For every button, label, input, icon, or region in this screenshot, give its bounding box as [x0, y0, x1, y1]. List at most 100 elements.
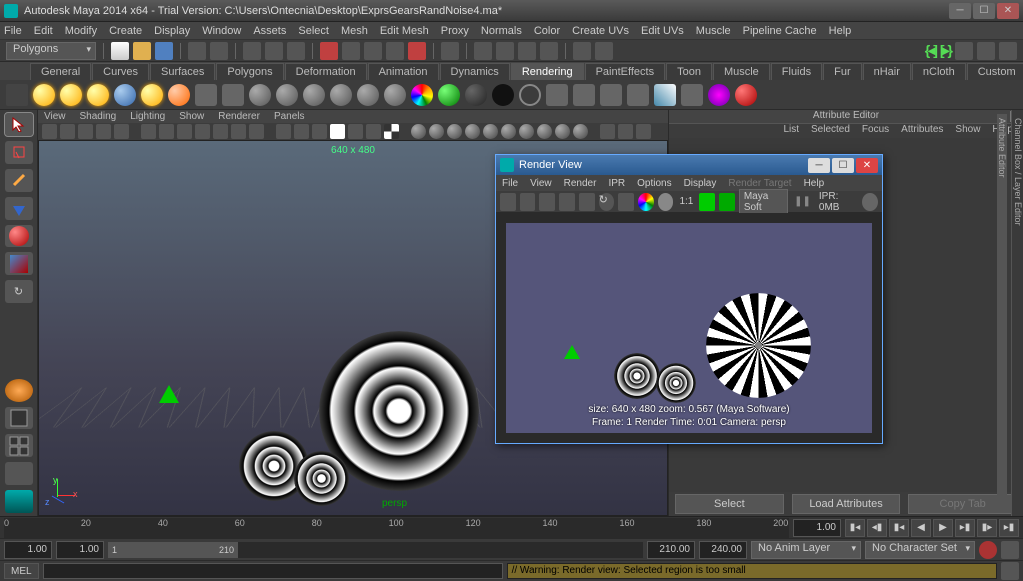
vp-multisample-icon[interactable] — [465, 124, 480, 139]
range-end-field[interactable] — [699, 541, 747, 559]
shader-lambert-icon[interactable] — [249, 84, 271, 106]
shelf-tab-painteffects[interactable]: PaintEffects — [585, 63, 666, 80]
shelf-tab-rendering[interactable]: Rendering — [511, 63, 584, 80]
hypershade-icon[interactable] — [540, 42, 558, 60]
go-to-end-button[interactable]: ▸▮ — [999, 519, 1019, 537]
shelf-tab-custom[interactable]: Custom — [967, 63, 1023, 80]
step-back-frame-button[interactable]: ▮◂ — [889, 519, 909, 537]
vp-image-plane-icon[interactable] — [78, 124, 93, 139]
vp-texture-icon[interactable] — [348, 124, 363, 139]
open-scene-icon[interactable] — [133, 42, 151, 60]
shader-phong-icon[interactable] — [303, 84, 325, 106]
rv-menu-options[interactable]: Options — [637, 178, 671, 189]
light-spot-icon[interactable] — [141, 84, 163, 106]
viewport-menu-show[interactable]: Show — [179, 111, 204, 122]
new-scene-icon[interactable] — [111, 42, 129, 60]
vp-bookmark-icon[interactable] — [60, 124, 75, 139]
viewport-menu-shading[interactable]: Shading — [80, 111, 117, 122]
time-slider[interactable]: 020406080100120140160180200 ▮◂ ◂▮ ▮◂ ◀ ▶… — [0, 516, 1023, 538]
menu-muscle[interactable]: Muscle — [696, 25, 731, 37]
light-point-icon[interactable] — [87, 84, 109, 106]
snap-grid-icon[interactable] — [320, 42, 338, 60]
vp-2d-pan-icon[interactable] — [96, 124, 111, 139]
rv-snapshot-icon[interactable] — [539, 193, 555, 211]
shader-use-bg-icon[interactable] — [465, 84, 487, 106]
window-minimize-button[interactable]: ─ — [949, 3, 971, 19]
vp-film-gate-icon[interactable] — [159, 124, 174, 139]
outliner-layout-icon[interactable] — [5, 490, 33, 513]
light-sun-icon[interactable] — [33, 84, 55, 106]
vp-use-lights-icon[interactable] — [312, 124, 327, 139]
shelf-tab-fur[interactable]: Fur — [823, 63, 862, 80]
playback-start-field[interactable] — [56, 541, 104, 559]
shelf-tab-curves[interactable]: Curves — [92, 63, 149, 80]
vp-resolution-gate-icon[interactable] — [177, 124, 192, 139]
playblast-icon[interactable] — [573, 42, 591, 60]
current-frame-field[interactable] — [793, 519, 841, 537]
rotate-tool-icon[interactable] — [5, 225, 33, 248]
ae-menu-attributes[interactable]: Attributes — [901, 124, 943, 138]
snap-live-icon[interactable] — [408, 42, 426, 60]
rv-menu-file[interactable]: File — [502, 178, 518, 189]
rv-display-alpha-icon[interactable] — [658, 193, 674, 211]
four-pane-layout-icon[interactable] — [5, 407, 33, 430]
ae-menu-show[interactable]: Show — [955, 124, 980, 138]
toggle-tool-settings-icon[interactable] — [977, 42, 995, 60]
viewport-menu-lighting[interactable]: Lighting — [130, 111, 165, 122]
shader-phonge-icon[interactable] — [330, 84, 352, 106]
rv-options-icon[interactable] — [618, 193, 634, 211]
step-forward-frame-button[interactable]: ▸▮ — [955, 519, 975, 537]
rv-renderer-dropdown[interactable]: Maya Soft — [739, 189, 788, 215]
light-area-icon[interactable] — [114, 84, 136, 106]
shader-anisotropic-icon[interactable] — [357, 84, 379, 106]
shelf-tab-surfaces[interactable]: Surfaces — [150, 63, 215, 80]
render-view-titlebar[interactable]: Render View ─ ☐ ✕ — [496, 155, 882, 175]
vp-depth-field-icon[interactable] — [483, 124, 498, 139]
select-tool-icon[interactable] — [5, 113, 33, 136]
menu-window[interactable]: Window — [202, 25, 241, 37]
menu-create-uvs[interactable]: Create UVs — [572, 25, 629, 37]
shader-light-info-icon[interactable] — [519, 84, 541, 106]
vp-smooth-shade-icon[interactable] — [294, 124, 309, 139]
shader-shading-map-icon[interactable] — [492, 84, 514, 106]
animation-prefs-icon[interactable] — [1001, 541, 1019, 559]
rv-menu-render[interactable]: Render — [564, 178, 597, 189]
render-view-close-button[interactable]: ✕ — [856, 158, 878, 173]
load-attributes-button[interactable]: Load Attributes — [792, 494, 901, 514]
vp-grid-icon[interactable] — [141, 124, 156, 139]
shelf-tab-nhair[interactable]: nHair — [863, 63, 911, 80]
last-tool-icon[interactable]: ↻ — [5, 280, 33, 303]
shelf-tab-dynamics[interactable]: Dynamics — [440, 63, 510, 80]
move-tool-icon[interactable] — [5, 197, 33, 220]
range-slider-handle[interactable]: 1 210 — [108, 542, 238, 558]
rv-display-color-icon[interactable] — [638, 193, 654, 211]
toggle-channel-box-icon[interactable] — [999, 42, 1017, 60]
light-directional-icon[interactable] — [60, 84, 82, 106]
tab-channel-box[interactable]: Channel Box / Layer Editor — [1013, 114, 1023, 512]
shader-ramp-icon[interactable] — [384, 84, 406, 106]
render-ipr-icon[interactable] — [573, 84, 595, 106]
render-settings-icon[interactable] — [518, 42, 536, 60]
vp-field-chart-icon[interactable] — [213, 124, 228, 139]
menu-assets[interactable]: Assets — [253, 25, 286, 37]
render-globals-icon[interactable] — [627, 84, 649, 106]
rv-ipr-icon[interactable] — [579, 193, 595, 211]
window-maximize-button[interactable]: ☐ — [973, 3, 995, 19]
menu-color[interactable]: Color — [534, 25, 560, 37]
shader-blinn-icon[interactable] — [276, 84, 298, 106]
render-view-minimize-button[interactable]: ─ — [808, 158, 830, 173]
command-input-field[interactable] — [43, 563, 503, 579]
viewport-menu-panels[interactable]: Panels — [274, 111, 305, 122]
render-batch-icon[interactable] — [600, 84, 622, 106]
command-language-label[interactable]: MEL — [4, 563, 39, 579]
character-set-dropdown[interactable]: No Character Set — [865, 541, 975, 559]
collapse-left-icon[interactable]: {◂] — [925, 42, 936, 59]
play-backward-button[interactable]: ◀ — [911, 519, 931, 537]
vp-gamma-icon[interactable] — [573, 124, 588, 139]
vp-shadows-icon[interactable] — [330, 124, 345, 139]
rv-menu-render-target[interactable]: Render Target — [728, 178, 791, 189]
save-scene-icon[interactable] — [155, 42, 173, 60]
play-forward-button[interactable]: ▶ — [933, 519, 953, 537]
shelf-tab-animation[interactable]: Animation — [368, 63, 439, 80]
ipr-render-icon[interactable] — [496, 42, 514, 60]
